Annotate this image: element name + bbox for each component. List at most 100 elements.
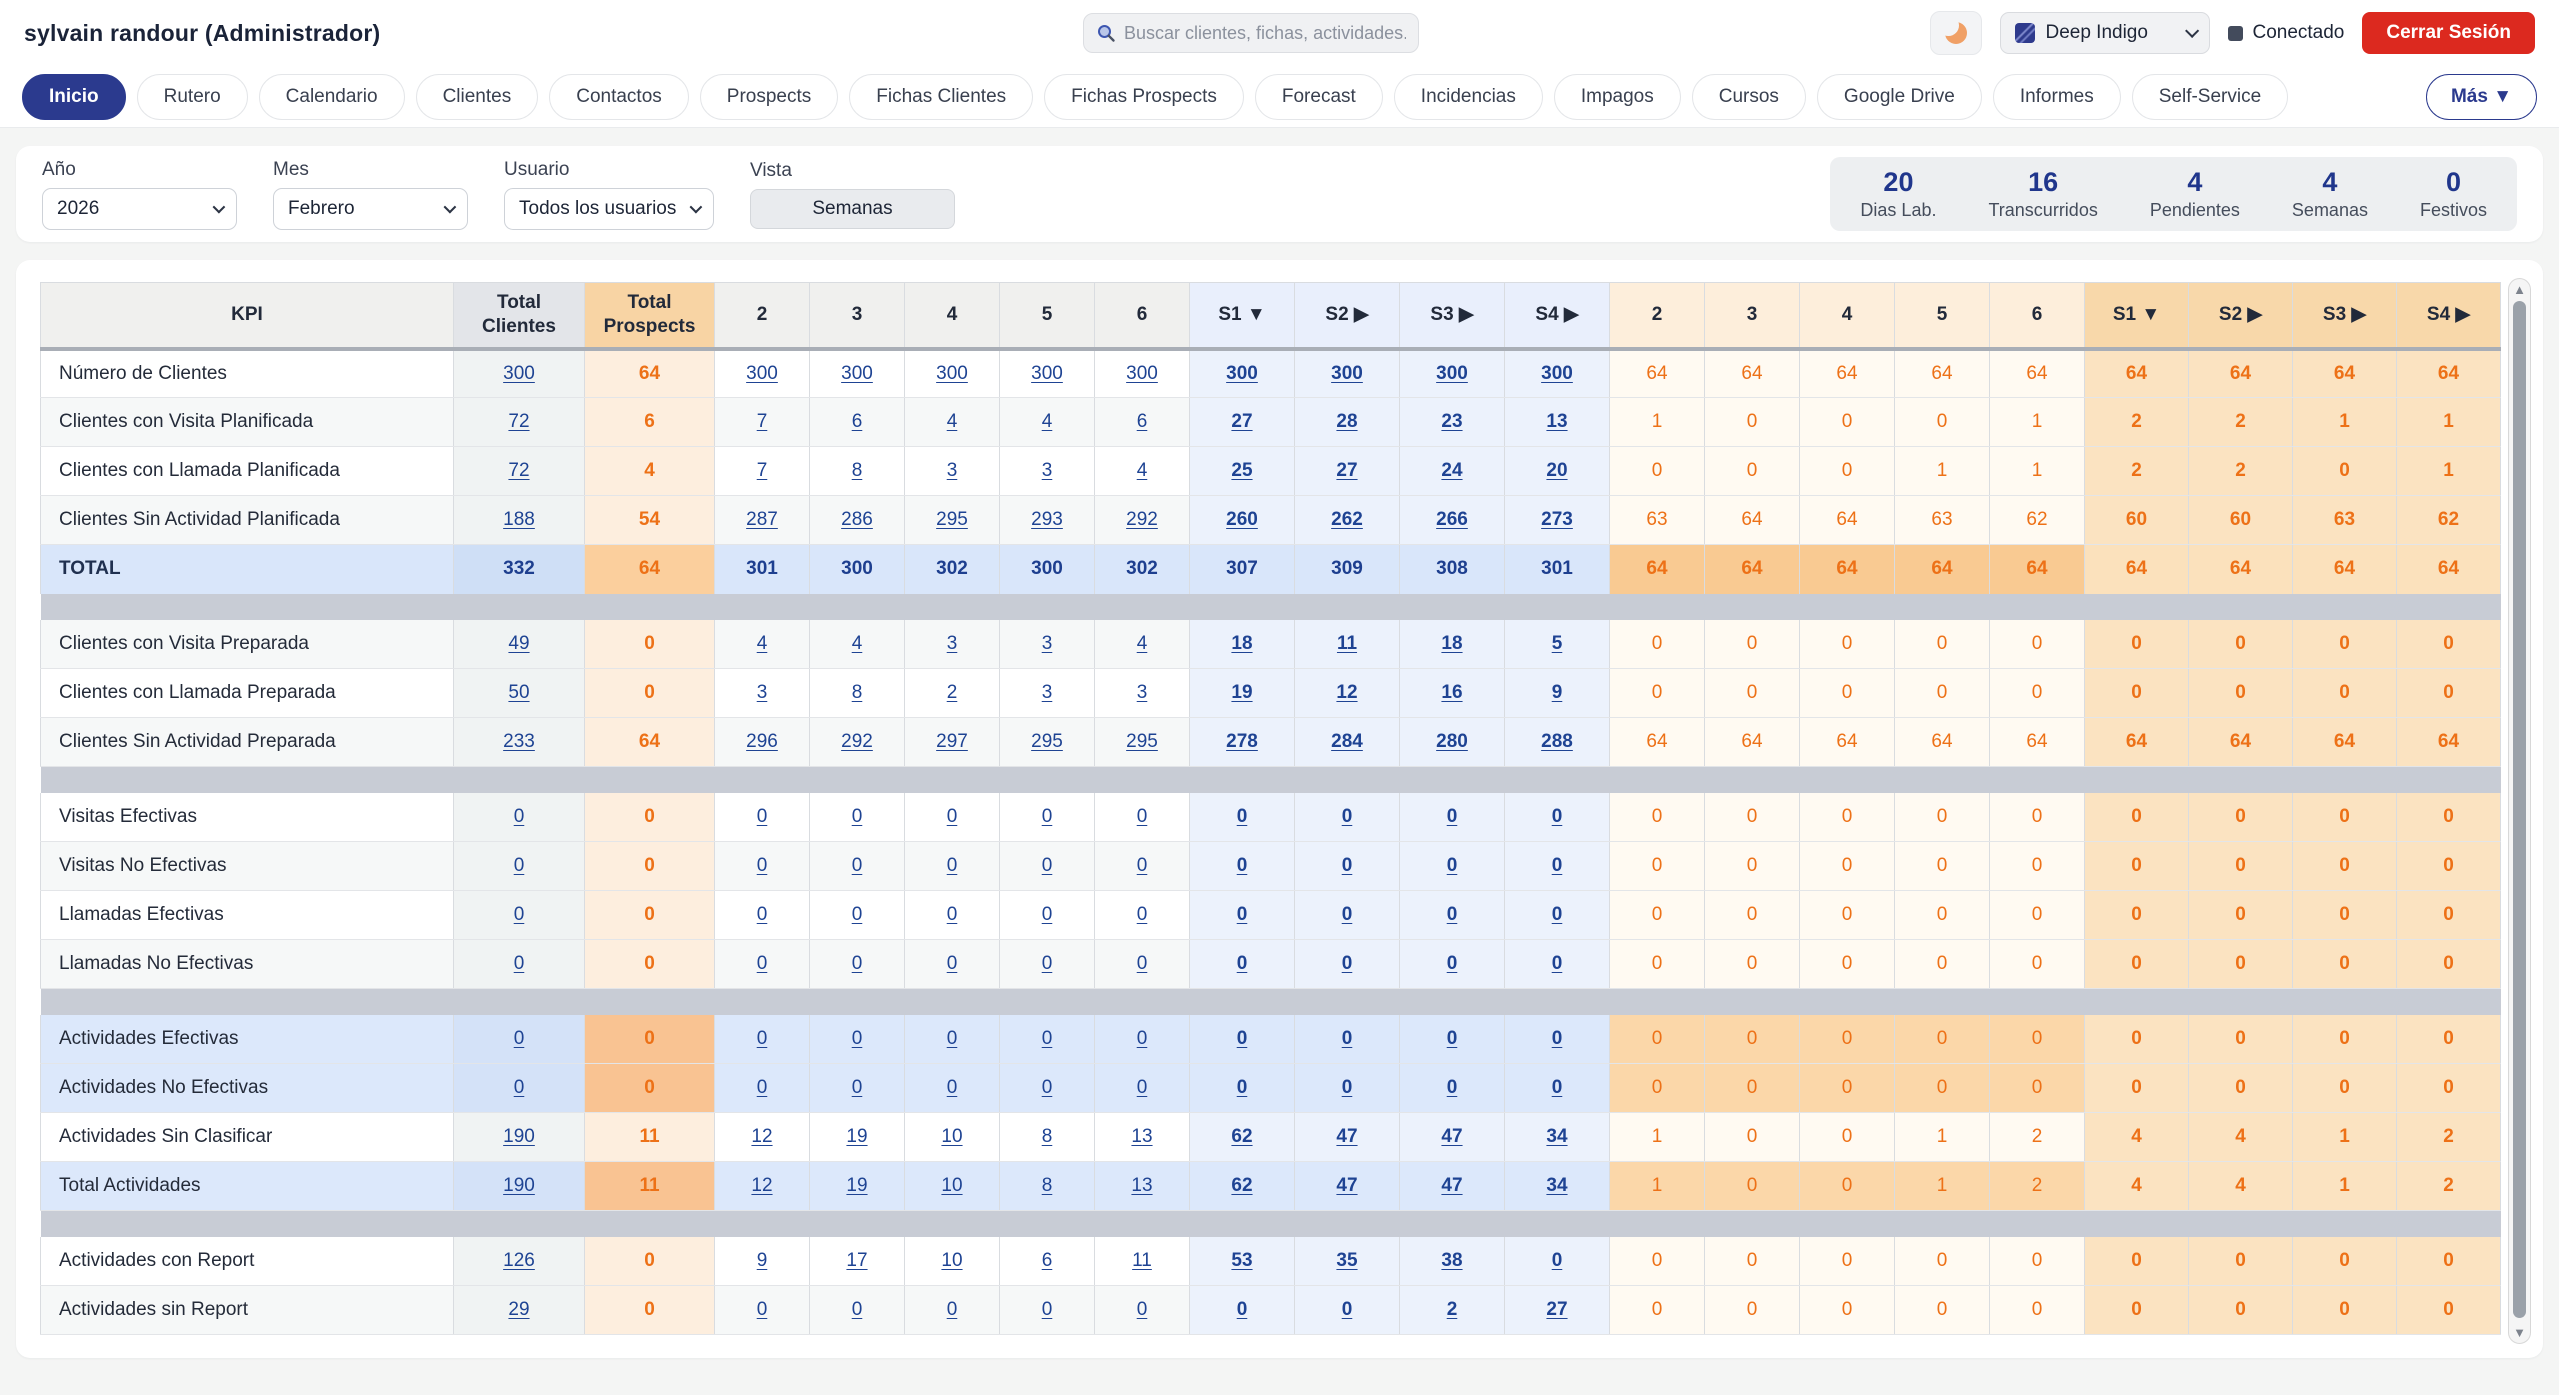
kpi-value[interactable]: 0 [757,1028,768,1049]
user-select[interactable]: Todos los usuarios [504,188,714,230]
kpi-value[interactable]: 0 [757,806,768,827]
kpi-cell[interactable]: 288 [1505,718,1610,767]
kpi-cell[interactable]: 190 [454,1113,585,1162]
kpi-value[interactable]: 0 [1342,855,1353,876]
kpi-value[interactable]: 287 [746,509,778,530]
kpi-cell[interactable]: 0 [1505,891,1610,940]
kpi-value[interactable]: 300 [1031,363,1063,384]
kpi-value[interactable]: 0 [757,1077,768,1098]
kpi-value[interactable]: 0 [852,953,863,974]
kpi-value[interactable]: 295 [936,509,968,530]
kpi-value[interactable]: 0 [852,1077,863,1098]
kpi-cell[interactable]: 0 [1400,793,1505,842]
kpi-cell[interactable]: 0 [810,1286,905,1335]
kpi-value[interactable]: 47 [1441,1175,1462,1196]
col-header-s2[interactable]: S2 ▶ [2189,283,2293,349]
kpi-cell[interactable]: 0 [1000,793,1095,842]
kpi-cell[interactable]: 35 [1295,1237,1400,1286]
col-header-s2[interactable]: S2 ▶ [1295,283,1400,349]
kpi-value[interactable]: 0 [514,1077,525,1098]
kpi-value[interactable]: 0 [757,953,768,974]
kpi-cell[interactable]: 3 [905,620,1000,669]
kpi-cell[interactable]: 5 [1505,620,1610,669]
kpi-cell[interactable]: 300 [715,349,810,398]
kpi-value[interactable]: 0 [1137,1299,1148,1320]
kpi-value[interactable]: 0 [1447,1077,1458,1098]
kpi-cell[interactable]: 17 [810,1237,905,1286]
kpi-value[interactable]: 27 [1546,1299,1567,1320]
kpi-value[interactable]: 18 [1441,633,1462,654]
kpi-value[interactable]: 0 [947,1028,958,1049]
kpi-value[interactable]: 190 [503,1126,535,1147]
scrollbar-thumb[interactable] [2513,301,2526,1318]
kpi-value[interactable]: 8 [852,460,863,481]
kpi-value[interactable]: 4 [1042,411,1053,432]
kpi-value[interactable]: 0 [1237,1028,1248,1049]
kpi-cell[interactable]: 0 [1095,793,1190,842]
kpi-value[interactable]: 47 [1441,1126,1462,1147]
kpi-cell[interactable]: 47 [1400,1162,1505,1211]
kpi-value[interactable]: 0 [1237,806,1248,827]
kpi-value[interactable]: 300 [1541,363,1573,384]
kpi-cell[interactable]: 8 [810,669,905,718]
kpi-value[interactable]: 0 [947,855,958,876]
kpi-value[interactable]: 0 [1447,1028,1458,1049]
kpi-cell[interactable]: 0 [810,940,905,989]
kpi-value[interactable]: 0 [1342,904,1353,925]
kpi-value[interactable]: 3 [757,682,768,703]
kpi-cell[interactable]: 0 [715,1064,810,1113]
scroll-down-icon[interactable]: ▼ [2513,1326,2526,1339]
kpi-value[interactable]: 0 [1137,855,1148,876]
kpi-value[interactable]: 0 [757,1299,768,1320]
kpi-value[interactable]: 62 [1231,1126,1252,1147]
kpi-value[interactable]: 266 [1436,509,1468,530]
kpi-value[interactable]: 10 [941,1175,962,1196]
kpi-cell[interactable]: 190 [454,1162,585,1211]
kpi-value[interactable]: 0 [1137,806,1148,827]
kpi-value[interactable]: 0 [1447,806,1458,827]
kpi-cell[interactable]: 0 [905,842,1000,891]
tab-impagos[interactable]: Impagos [1554,74,1681,120]
kpi-cell[interactable]: 12 [1295,669,1400,718]
kpi-cell[interactable]: 0 [1000,1286,1095,1335]
kpi-value[interactable]: 12 [751,1175,772,1196]
kpi-value[interactable]: 0 [1237,855,1248,876]
kpi-cell[interactable]: 295 [1095,718,1190,767]
kpi-value[interactable]: 23 [1441,411,1462,432]
kpi-cell[interactable]: 286 [810,496,905,545]
kpi-cell[interactable]: 49 [454,620,585,669]
kpi-value[interactable]: 0 [514,1028,525,1049]
col-header-s4[interactable]: S4 ▶ [2397,283,2501,349]
kpi-value[interactable]: 0 [1552,806,1563,827]
tab-prospects[interactable]: Prospects [700,74,838,120]
kpi-value[interactable]: 3 [1042,633,1053,654]
kpi-cell[interactable]: 20 [1505,447,1610,496]
kpi-value[interactable]: 24 [1441,460,1462,481]
kpi-cell[interactable]: 2 [1400,1286,1505,1335]
kpi-value[interactable]: 0 [514,953,525,974]
kpi-value[interactable]: 0 [852,1028,863,1049]
kpi-value[interactable]: 0 [757,904,768,925]
kpi-cell[interactable]: 300 [1400,349,1505,398]
kpi-cell[interactable]: 300 [810,349,905,398]
kpi-value[interactable]: 300 [1126,363,1158,384]
kpi-value[interactable]: 72 [508,411,529,432]
col-header-s3[interactable]: S3 ▶ [2293,283,2397,349]
kpi-cell[interactable]: 47 [1295,1113,1400,1162]
kpi-value[interactable]: 0 [1552,1250,1563,1271]
tab-contactos[interactable]: Contactos [549,74,689,120]
vertical-scrollbar[interactable]: ▲ ▼ [2508,278,2531,1344]
kpi-cell[interactable]: 0 [810,891,905,940]
kpi-value[interactable]: 0 [947,1077,958,1098]
search-input[interactable] [1124,23,1406,44]
kpi-value[interactable]: 300 [1226,363,1258,384]
kpi-value[interactable]: 6 [852,411,863,432]
col-header-s3[interactable]: S3 ▶ [1400,283,1505,349]
kpi-value[interactable]: 0 [1042,953,1053,974]
kpi-cell[interactable]: 0 [1295,1286,1400,1335]
kpi-cell[interactable]: 280 [1400,718,1505,767]
tab-rutero[interactable]: Rutero [137,74,248,120]
kpi-value[interactable]: 286 [841,509,873,530]
global-search[interactable] [1083,13,1419,53]
logout-button[interactable]: Cerrar Sesión [2362,12,2535,54]
